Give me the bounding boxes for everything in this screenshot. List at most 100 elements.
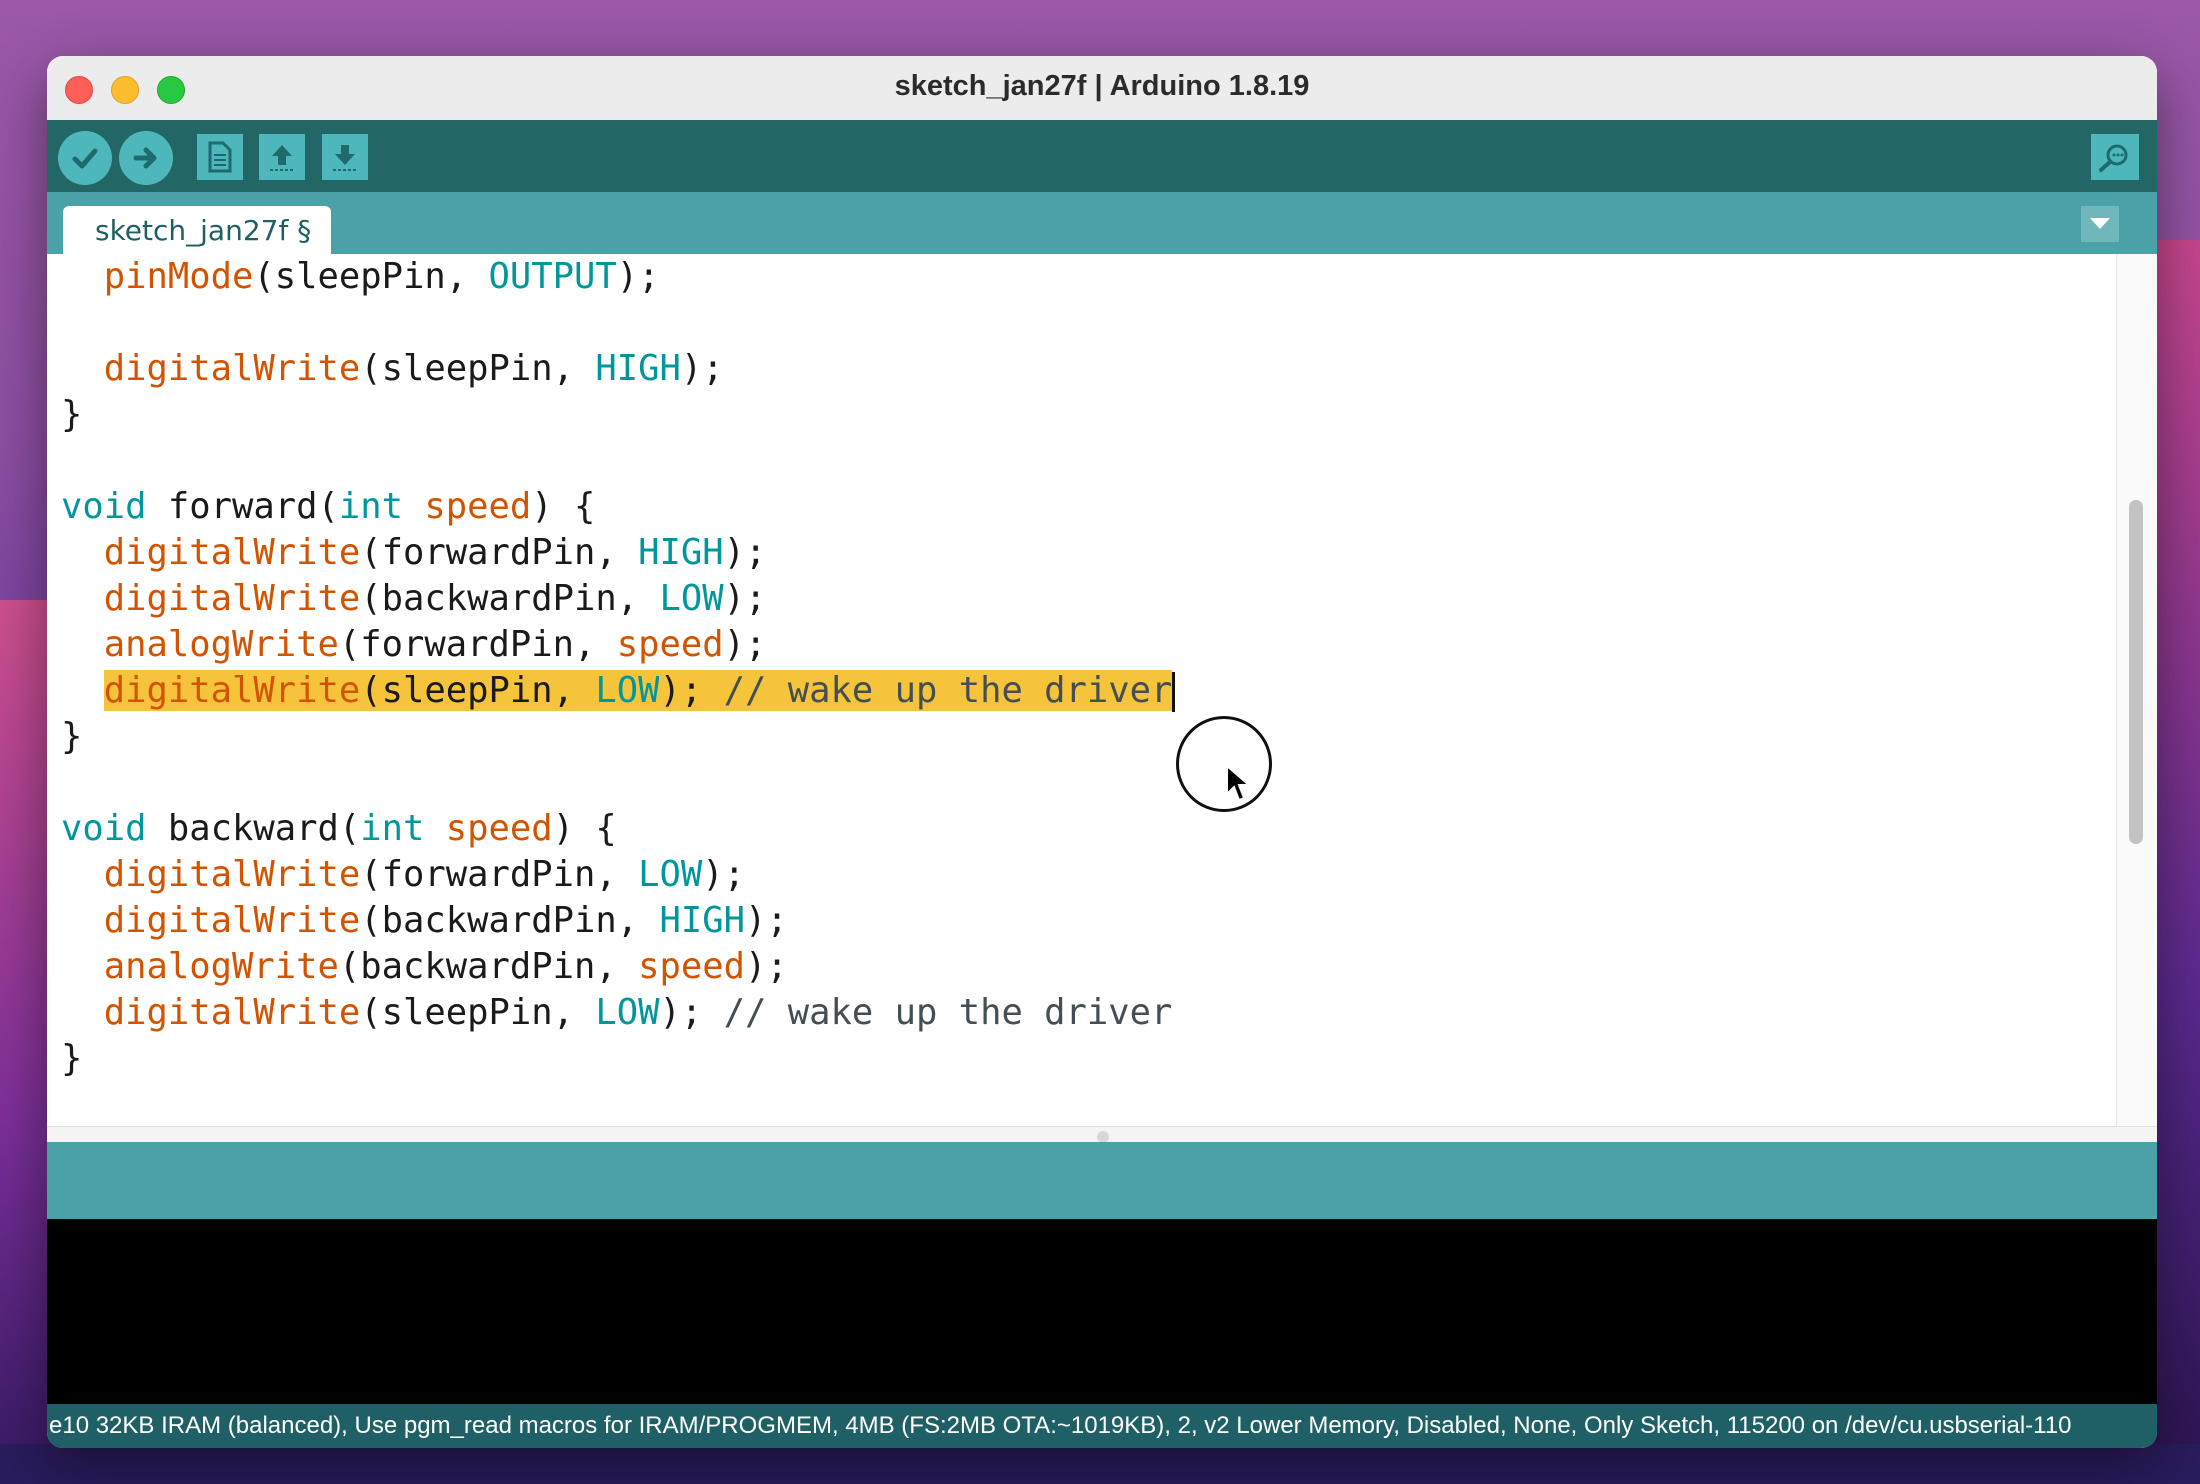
code-line[interactable]: }	[61, 392, 82, 438]
code-token: pinMode	[61, 256, 254, 297]
code-line[interactable]: void backward(int speed) {	[61, 806, 617, 852]
code-token: LOW	[659, 578, 724, 619]
code-token: digitalWrite	[61, 348, 361, 389]
code-line[interactable]: digitalWrite(backwardPin, LOW);	[61, 576, 767, 622]
triangle-down-icon	[2090, 218, 2110, 229]
code-token: analogWrite	[61, 946, 339, 987]
code-token: forward(	[146, 486, 339, 527]
checkmark-icon	[72, 148, 98, 169]
code-token: speed	[616, 624, 724, 665]
code-token: (sleepPin,	[360, 992, 596, 1033]
desktop-wallpaper-bottom	[0, 1444, 2200, 1484]
code-token: (forwardPin,	[360, 854, 639, 895]
split-divider[interactable]	[47, 1126, 2157, 1143]
arrow-up-icon	[270, 145, 294, 171]
board-info-footer: e10 32KB IRAM (balanced), Use pgm_read m…	[47, 1404, 2157, 1448]
code-line[interactable]: digitalWrite(forwardPin, HIGH);	[61, 530, 767, 576]
code-token: );	[680, 348, 724, 389]
code-line[interactable]: digitalWrite(backwardPin, HIGH);	[61, 898, 788, 944]
tab-bar: sketch_jan27f §	[47, 192, 2157, 254]
code-line[interactable]: }	[61, 1036, 82, 1082]
window-title: sketch_jan27f | Arduino 1.8.19	[894, 70, 1310, 102]
code-token: digitalWrite	[61, 992, 361, 1033]
code-token: speed	[638, 946, 745, 987]
code-token: }	[61, 716, 83, 757]
desktop-wallpaper-right	[2155, 240, 2200, 1484]
code-token: (backwardPin,	[360, 900, 660, 941]
code-token: (backwardPin,	[338, 946, 639, 987]
editor-scrollbar[interactable]	[2116, 254, 2157, 1126]
code-token: );	[744, 946, 788, 987]
code-token: // wake up the driver	[723, 992, 1173, 1033]
code-token: ) {	[552, 808, 617, 849]
code-token: );	[723, 532, 767, 573]
text-caret	[1172, 672, 1176, 712]
arrow-right-icon	[133, 147, 157, 169]
code-token: }	[61, 394, 83, 435]
code-token: );	[702, 854, 745, 895]
title-bar[interactable]: sketch_jan27f | Arduino 1.8.19	[47, 56, 2157, 121]
code-token: );	[744, 900, 788, 941]
code-token: digitalWrite	[61, 900, 361, 941]
code-token: (sleepPin,	[253, 256, 489, 297]
code-line[interactable]: pinMode(sleepPin, OUTPUT);	[61, 254, 660, 300]
save-button[interactable]	[322, 134, 368, 180]
code-token: );	[659, 670, 724, 711]
upload-button[interactable]	[119, 131, 173, 185]
document-icon	[208, 141, 232, 173]
code-line[interactable]: digitalWrite(forwardPin, LOW);	[61, 852, 745, 898]
new-sketch-button[interactable]	[197, 134, 243, 180]
code-token: OUTPUT	[488, 256, 617, 297]
code-token: // wake up the driver	[723, 670, 1173, 711]
code-line[interactable]: }	[61, 714, 82, 760]
code-token: LOW	[638, 854, 703, 895]
arrow-down-icon	[333, 145, 357, 171]
code-token: digitalWrite	[61, 532, 361, 573]
code-token: digitalWrite	[61, 854, 361, 895]
code-line[interactable]: digitalWrite(sleepPin, HIGH);	[61, 346, 724, 392]
magnifier-icon	[2099, 144, 2128, 172]
verify-button[interactable]	[58, 131, 112, 185]
code-token: HIGH	[595, 348, 681, 389]
code-token: HIGH	[638, 532, 724, 573]
board-info-text: e10 32KB IRAM (balanced), Use pgm_read m…	[49, 1412, 2072, 1439]
code-token: analogWrite	[61, 624, 339, 665]
mouse-pointer-icon	[1226, 764, 1251, 802]
tab-sketch[interactable]: sketch_jan27f §	[63, 206, 332, 254]
status-bar	[47, 1142, 2157, 1219]
code-line[interactable]: analogWrite(backwardPin, speed);	[61, 944, 788, 990]
serial-monitor-button[interactable]	[2091, 134, 2139, 180]
code-token: digitalWrite	[103, 670, 361, 711]
arduino-window: sketch_jan27f | Arduino 1.8.19 sketch_ja…	[47, 56, 2157, 1448]
code-token: void	[61, 808, 147, 849]
code-token: (backwardPin,	[360, 578, 660, 619]
code-token: void	[61, 486, 147, 527]
code-token: (forwardPin,	[360, 532, 639, 573]
scrollbar-thumb[interactable]	[2129, 500, 2143, 844]
code-line[interactable]: void forward(int speed) {	[61, 484, 595, 530]
open-button[interactable]	[259, 134, 305, 180]
cursor-highlight-ring	[1176, 716, 1272, 812]
code-token: backward(	[146, 808, 361, 849]
tab-menu-button[interactable]	[2081, 206, 2119, 242]
code-token: (forwardPin,	[338, 624, 617, 665]
code-editor[interactable]: pinMode(sleepPin, OUTPUT); digitalWrite(…	[47, 254, 2117, 1126]
code-token: int	[360, 808, 425, 849]
output-console	[47, 1219, 2157, 1404]
code-token: int	[338, 486, 403, 527]
code-token: (sleepPin,	[360, 348, 596, 389]
code-token: LOW	[595, 670, 660, 711]
code-line[interactable]: digitalWrite(sleepPin, LOW); // wake up …	[61, 990, 1173, 1036]
code-token: );	[659, 992, 724, 1033]
code-token: );	[723, 624, 767, 665]
code-token: digitalWrite	[61, 578, 361, 619]
code-line[interactable]: digitalWrite(sleepPin, LOW); // wake up …	[61, 668, 1176, 714]
code-token: speed	[424, 486, 532, 527]
code-token: (sleepPin,	[360, 670, 596, 711]
code-token: HIGH	[659, 900, 745, 941]
code-token: );	[616, 256, 660, 297]
code-line[interactable]: analogWrite(forwardPin, speed);	[61, 622, 767, 668]
